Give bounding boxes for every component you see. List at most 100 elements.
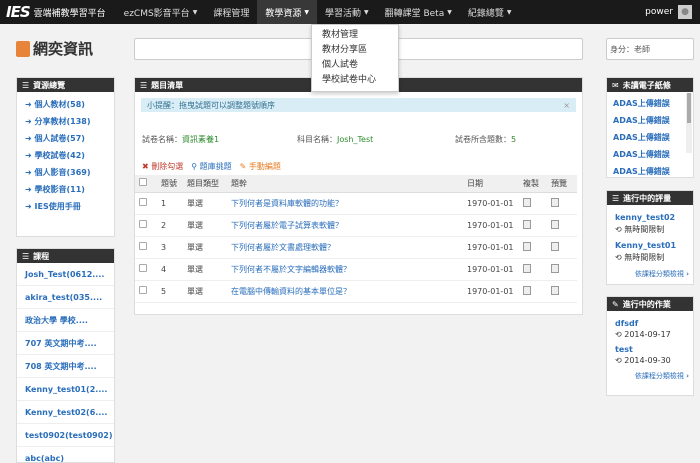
select-all-checkbox[interactable]: [139, 178, 147, 187]
dropdown-item-personal-exams[interactable]: 個人試卷: [312, 58, 398, 73]
list-icon: ☰: [22, 80, 30, 90]
preview-icon[interactable]: [551, 263, 559, 273]
row-checkbox[interactable]: [139, 198, 147, 206]
course-item[interactable]: 政治大學 學校....: [17, 309, 114, 332]
question-link[interactable]: 下列何者屬於電子試算表軟體？: [227, 214, 463, 237]
active-homework-panel: ✎ 進行中的作業 dfsdf ⟲ 2014-09-17 test ⟲ 2014-0…: [606, 296, 694, 396]
row-checkbox[interactable]: [139, 264, 147, 272]
note-item[interactable]: ADAS上傳錯誤: [607, 95, 693, 112]
course-item[interactable]: Kenny_test01(2....: [17, 378, 114, 401]
question-link[interactable]: 在電腦中傳輸資料的基本單位是？: [227, 280, 463, 303]
chevron-right-icon: ›: [686, 372, 689, 380]
course-item[interactable]: abc(abc): [17, 447, 114, 463]
edit-icon: ✎: [612, 299, 619, 309]
row-checkbox[interactable]: [139, 220, 147, 228]
evaluation-item[interactable]: kenny_test02: [607, 213, 693, 222]
resource-school-exams[interactable]: ➜ 學校試卷(42): [17, 147, 114, 164]
chevron-right-icon: ›: [686, 270, 689, 278]
preview-icon[interactable]: [551, 219, 559, 229]
panel-header: ☰ 課程: [17, 249, 114, 263]
note-item[interactable]: ADAS上傳錯誤: [607, 146, 693, 163]
table-row[interactable]: 2 單選 下列何者屬於電子試算表軟體？ 1970-01-01: [135, 214, 577, 237]
avatar-icon: ●: [678, 5, 692, 19]
ies-logo[interactable]: IES: [6, 3, 31, 21]
copy-icon[interactable]: [523, 285, 531, 295]
preview-icon[interactable]: [551, 197, 559, 207]
caret-down-icon: ▼: [304, 8, 309, 16]
resource-manual[interactable]: ➜ IES使用手冊: [17, 198, 114, 215]
time-icon: ⟲: [615, 253, 625, 262]
homework-item[interactable]: dfsdf: [607, 319, 693, 328]
nav-course-manage[interactable]: 課程管理: [205, 0, 257, 24]
note-item[interactable]: ADAS上傳錯誤: [607, 163, 693, 180]
active-evaluations-panel: ☰ 進行中的評量 kenny_test02 ⟲ 無時間限制 Kenny_test0…: [606, 190, 694, 285]
copy-icon[interactable]: [523, 241, 531, 251]
table-row[interactable]: 3 單選 下列何者屬於文書處理軟體？ 1970-01-01: [135, 236, 577, 259]
manual-edit-button[interactable]: ✎ 手動編題: [240, 161, 281, 172]
list-icon: ☰: [22, 251, 30, 261]
table-row[interactable]: 5 單選 在電腦中傳輸資料的基本單位是？ 1970-01-01: [135, 280, 577, 303]
note-item[interactable]: ADAS上傳錯誤: [607, 112, 693, 129]
table-row[interactable]: 1 單選 下列何者是資料庫軟體的功能？ 1970-01-01: [135, 192, 577, 215]
dropdown-item-school-exams[interactable]: 學校試卷中心: [312, 73, 398, 88]
evaluation-item[interactable]: Kenny_test01: [607, 241, 693, 250]
course-item[interactable]: 707 英文期中考....: [17, 332, 114, 355]
view-by-course-link[interactable]: 依課程分類檢視 ›: [607, 269, 693, 279]
copy-icon[interactable]: [523, 263, 531, 273]
nav-ezcms[interactable]: ezCMS影音平台 ▼: [116, 0, 206, 24]
brand-title[interactable]: 雲端補教學習平台: [34, 6, 106, 19]
question-link[interactable]: 下列何者是資料庫軟體的功能？: [227, 192, 463, 215]
mail-icon: ✉: [612, 80, 619, 90]
question-count: 試卷所含題數：5: [455, 135, 517, 144]
course-item[interactable]: 708 英文期中考....: [17, 355, 114, 378]
row-checkbox[interactable]: [139, 242, 147, 250]
nav-flipped-classroom[interactable]: 翻轉課堂 Beta ▼: [377, 0, 460, 24]
nav-records[interactable]: 紀錄總覽 ▼: [460, 0, 520, 24]
course-item[interactable]: Kenny_test02(6....: [17, 401, 114, 424]
question-link[interactable]: 下列何者屬於文書處理軟體？: [227, 236, 463, 259]
question-link[interactable]: 下列何者不屬於文字編輯器軟體？: [227, 258, 463, 281]
site-logo[interactable]: 網奕資訊: [16, 38, 93, 59]
col-type: 題目類型: [183, 175, 227, 193]
delete-checked-button[interactable]: ✖ 刪除勾選: [142, 161, 183, 172]
view-by-course-link[interactable]: 依課程分類檢視 ›: [607, 371, 693, 381]
row-checkbox[interactable]: [139, 286, 147, 294]
course-item[interactable]: test0902(test0902): [17, 424, 114, 447]
course-item[interactable]: Josh_Test(0612....: [17, 263, 114, 286]
close-icon[interactable]: ×: [563, 101, 570, 110]
identity-select[interactable]: 身分：老師: [606, 38, 694, 60]
notes-scrollbar[interactable]: [686, 93, 692, 153]
course-item[interactable]: akira_test(035....: [17, 286, 114, 309]
dropdown-item-shared[interactable]: 教材分享區: [312, 43, 398, 58]
time-icon: ⟲: [615, 356, 625, 365]
homework-item[interactable]: test: [607, 345, 693, 354]
user-menu[interactable]: power ●: [645, 0, 692, 24]
dropdown-item-materials[interactable]: 教材管理: [312, 28, 398, 43]
caret-down-icon: ▼: [192, 8, 198, 16]
resource-personal-videos[interactable]: ➜ 個人影音(369): [17, 164, 114, 181]
table-row[interactable]: 4 單選 下列何者不屬於文字編輯器軟體？ 1970-01-01: [135, 258, 577, 281]
subject-name: 科目名稱：Josh_Test: [297, 135, 374, 144]
col-number: 題號: [157, 175, 183, 193]
resources-panel: ☰ 資源總覽 ➜ 個人教材(58) ➜ 分享教材(138) ➜ 個人試卷(57) …: [16, 77, 115, 237]
pick-from-bank-button[interactable]: ⚲ 題庫挑題: [191, 161, 231, 172]
copy-icon[interactable]: [523, 197, 531, 207]
col-copy: 複製: [519, 175, 547, 193]
unread-notes-panel: ✉ 未讀電子紙條 ADAS上傳錯誤 ADAS上傳錯誤 ADAS上傳錯誤 ADAS上…: [606, 77, 694, 178]
note-item[interactable]: ADAS上傳錯誤: [607, 129, 693, 146]
paper-name: 試卷名稱：資訊素養1: [142, 135, 220, 144]
question-table: 題號 題目類型 題幹 日期 複製 預覽 1 單選 下列何者是資料庫軟體的功能？ …: [135, 175, 577, 303]
nav-teaching-resources[interactable]: 教學資源 ▼: [257, 0, 317, 24]
resource-school-videos[interactable]: ➜ 學校影音(11): [17, 181, 114, 198]
preview-icon[interactable]: [551, 241, 559, 251]
resource-personal-materials[interactable]: ➜ 個人教材(58): [17, 96, 114, 113]
copy-icon[interactable]: [523, 219, 531, 229]
time-icon: ⟲: [615, 330, 625, 339]
resource-personal-exams[interactable]: ➜ 個人試卷(57): [17, 130, 114, 147]
preview-icon[interactable]: [551, 285, 559, 295]
nav-learning-activities[interactable]: 學習活動 ▼: [317, 0, 377, 24]
caret-down-icon: ▼: [363, 8, 369, 16]
panel-header: ☰ 進行中的評量: [607, 191, 693, 205]
top-navbar: IES 雲端補教學習平台 ezCMS影音平台 ▼ 課程管理 教學資源 ▼ 學習活動 ▼…: [0, 0, 700, 24]
resource-shared-materials[interactable]: ➜ 分享教材(138): [17, 113, 114, 130]
